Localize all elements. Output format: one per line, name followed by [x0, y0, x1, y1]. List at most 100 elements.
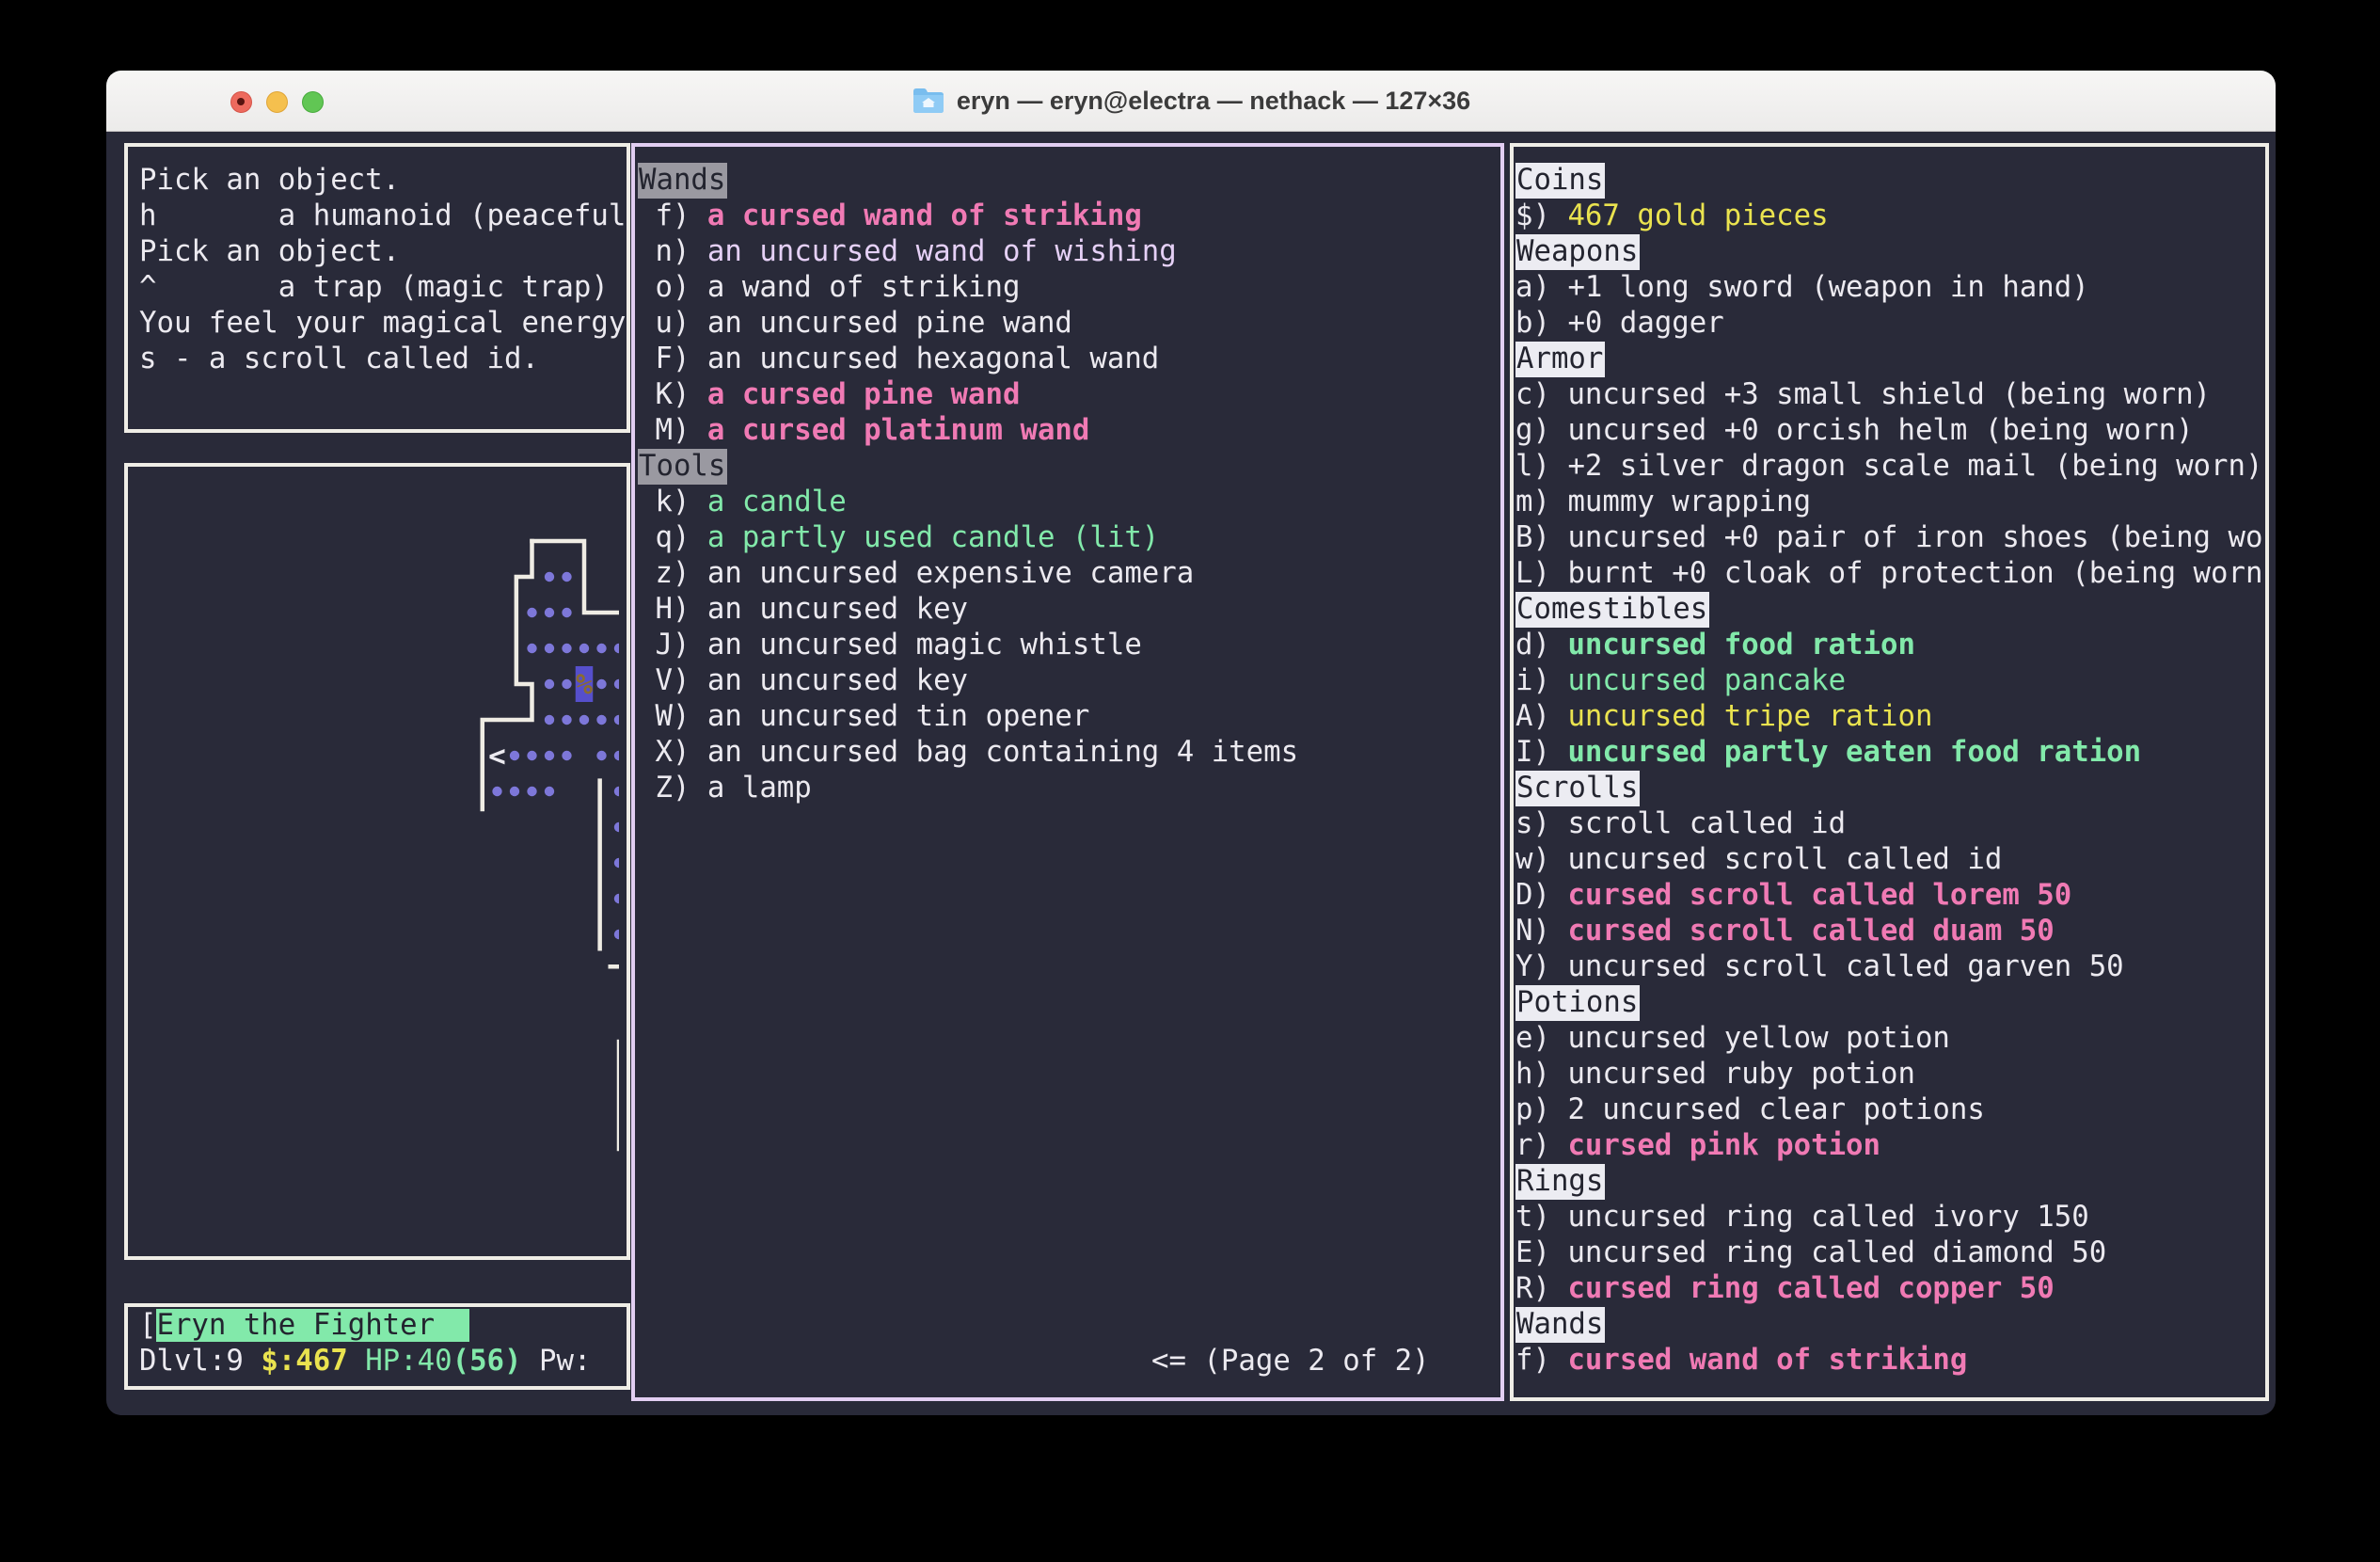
- inventory-item: p) 2 uncursed clear potions: [1515, 1092, 2265, 1128]
- window-title: eryn — eryn@electra — nethack — 127×36: [957, 87, 1470, 116]
- map-floor-dot: [614, 858, 619, 868]
- status-pane: [Eryn the Fighter Dlvl:9 $:467 HP:40(56)…: [124, 1303, 630, 1390]
- inventory-item: s) scroll called id: [1515, 806, 2265, 842]
- item-selector: l): [1515, 450, 1567, 483]
- map-floor-dot: [614, 787, 619, 796]
- map-floor-dot: [562, 572, 571, 582]
- map-floor-dot: [562, 751, 571, 760]
- inventory-item: L) burnt +0 cloak of protection (being w…: [1515, 556, 2265, 592]
- item-selector: z): [638, 557, 707, 590]
- item-text: uncursed tripe ration: [1567, 700, 1932, 733]
- item-text: cursed scroll called lorem 50: [1567, 879, 2071, 912]
- item-text: uncursed +0 pair of iron shoes (being wo: [1567, 521, 2262, 554]
- map-floor-dot: [545, 679, 554, 689]
- titlebar[interactable]: eryn — eryn@electra — nethack — 127×36: [106, 71, 2276, 132]
- menu-item[interactable]: o) a wand of striking: [638, 270, 1500, 306]
- item-text: an uncursed magic whistle: [707, 629, 1142, 661]
- item-text: uncursed +0 orcish helm (being worn): [1567, 414, 2193, 447]
- item-selector: o): [638, 271, 707, 304]
- inventory-item: I) uncursed partly eaten food ration: [1515, 735, 2265, 771]
- menu-item[interactable]: W) an uncursed tin opener: [638, 699, 1500, 735]
- map-floor-dot: [614, 715, 619, 725]
- map-floor-dot: [545, 751, 554, 760]
- item-text: an uncursed key: [707, 593, 968, 626]
- item-text: an uncursed expensive camera: [707, 557, 1194, 590]
- item-selector: k): [638, 486, 707, 518]
- status-stats-line: Dlvl:9 $:467 HP:40(56) Pw:: [139, 1344, 627, 1379]
- map-floor-dot: [510, 751, 519, 760]
- map-floor-dot: [545, 787, 554, 796]
- item-text: an uncursed pine wand: [707, 307, 1072, 340]
- folder-icon: [912, 87, 945, 115]
- item-text: a cursed platinum wand: [707, 414, 1089, 447]
- map-floor-dot: [545, 644, 554, 653]
- item-selector: s): [1515, 807, 1567, 840]
- menu-item[interactable]: f) a cursed wand of striking: [638, 199, 1500, 234]
- item-selector: p): [1515, 1093, 1567, 1126]
- menu-item[interactable]: V) an uncursed key: [638, 663, 1500, 699]
- item-selector: F): [638, 343, 707, 375]
- item-text: +1 long sword (weapon in hand): [1567, 271, 2088, 304]
- map-floor-dot: [545, 715, 554, 725]
- item-selector: r): [1515, 1129, 1567, 1162]
- inventory-item: B) uncursed +0 pair of iron shoes (being…: [1515, 520, 2265, 556]
- menu-item[interactable]: X) an uncursed bag containing 4 items: [638, 735, 1500, 771]
- menu-item[interactable]: k) a candle: [638, 485, 1500, 520]
- item-text: a cursed wand of striking: [707, 199, 1142, 232]
- menu-item[interactable]: u) an uncursed pine wand: [638, 306, 1500, 342]
- map-floor-dot: [510, 787, 519, 796]
- item-text: burnt +0 cloak of protection (being worn: [1567, 557, 2262, 590]
- map-floor-dot: [614, 822, 619, 832]
- status-title-line: [Eryn the Fighter: [139, 1308, 627, 1344]
- map-floor-dot: [579, 644, 589, 653]
- menu-item[interactable]: H) an uncursed key: [638, 592, 1500, 628]
- inventory-item: e) uncursed yellow potion: [1515, 1021, 2265, 1057]
- item-text: +0 dagger: [1567, 307, 1723, 340]
- item-text: uncursed yellow potion: [1567, 1022, 1949, 1055]
- item-selector: m): [1515, 486, 1567, 518]
- map-floor-dot: [527, 751, 536, 760]
- menu-item[interactable]: F) an uncursed hexagonal wand: [638, 342, 1500, 377]
- item-text: an uncursed key: [707, 664, 968, 697]
- item-selector: q): [638, 521, 707, 554]
- menu-header: Wands: [638, 163, 1500, 199]
- inventory-item: A) uncursed tripe ration: [1515, 699, 2265, 735]
- item-text: an uncursed wand of wishing: [707, 235, 1177, 268]
- menu-item[interactable]: K) a cursed pine wand: [638, 377, 1500, 413]
- menu-item[interactable]: n) an uncursed wand of wishing: [638, 234, 1500, 270]
- menu-item[interactable]: M) a cursed platinum wand: [638, 413, 1500, 449]
- message-pane: Pick an object.h a humanoid (peacefulPic…: [124, 143, 630, 433]
- map-floor-dot: [596, 644, 606, 653]
- menu-item[interactable]: Z) a lamp: [638, 771, 1500, 806]
- item-selector: M): [638, 414, 707, 447]
- map-floor-dot: [614, 679, 619, 689]
- item-text: a lamp: [707, 772, 812, 805]
- map-floor-dot: [562, 715, 571, 725]
- menu-item[interactable]: q) a partly used candle (lit): [638, 520, 1500, 556]
- map-floor-dot: [579, 715, 589, 725]
- item-text: an uncursed bag containing 4 items: [707, 736, 1298, 769]
- item-selector: c): [1515, 378, 1567, 411]
- map-upstairs-glyph: <: [488, 740, 506, 773]
- menu-item[interactable]: J) an uncursed magic whistle: [638, 628, 1500, 663]
- item-text: a cursed pine wand: [707, 378, 1021, 411]
- item-selector: A): [1515, 700, 1567, 733]
- map-floor-dot: [492, 787, 501, 796]
- item-selector: u): [638, 307, 707, 340]
- inventory-header: Armor: [1515, 342, 2265, 377]
- menu-item[interactable]: z) an uncursed expensive camera: [638, 556, 1500, 592]
- menu-header: Tools: [638, 449, 1500, 485]
- item-text: an uncursed hexagonal wand: [707, 343, 1159, 375]
- item-selector: V): [638, 664, 707, 697]
- inventory-item: N) cursed scroll called duam 50: [1515, 914, 2265, 949]
- item-selector: b): [1515, 307, 1567, 340]
- item-text: cursed ring called copper 50: [1567, 1272, 2054, 1305]
- inventory-item: D) cursed scroll called lorem 50: [1515, 878, 2265, 914]
- item-text: a partly used candle (lit): [707, 521, 1159, 554]
- map-floor-dot: [562, 608, 571, 617]
- map-floor-dot: [614, 894, 619, 903]
- inventory-header: Scrolls: [1515, 771, 2265, 806]
- dungeon-map: %<: [128, 467, 619, 1249]
- inventory-item: c) uncursed +3 small shield (being worn): [1515, 377, 2265, 413]
- item-text: 2 uncursed clear potions: [1567, 1093, 1984, 1126]
